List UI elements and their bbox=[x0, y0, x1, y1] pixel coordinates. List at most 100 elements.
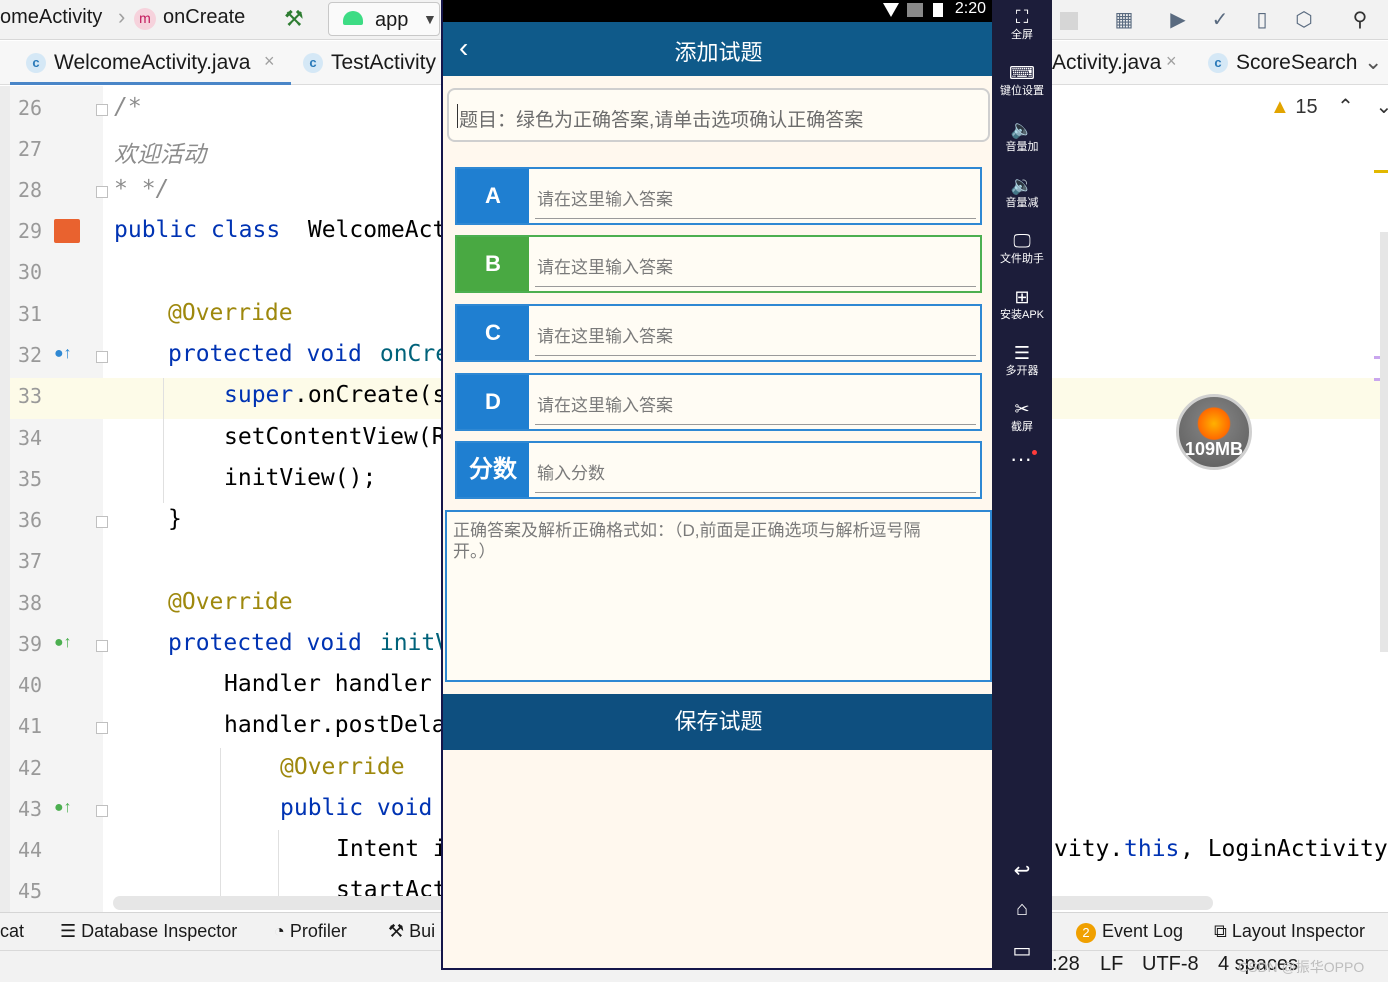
input-underline bbox=[535, 218, 976, 219]
line-number: 31 bbox=[18, 302, 43, 326]
file-helper-button[interactable]: 🖵 文件助手 bbox=[992, 230, 1052, 266]
nav-back-button[interactable]: ↩ bbox=[992, 858, 1052, 883]
multi-instance-button[interactable]: ☰ 多开器 bbox=[992, 342, 1052, 378]
question-input[interactable]: 题目：绿色为正确答案,请单击选项确认正确答案 bbox=[447, 88, 990, 142]
emulator-toolbar: ⛶ 全屏 ⌨ 键位设置 🔈 音量加 🔉 音量减 🖵 文件助手 ⊞ 安装APK ☰ 多开器 ✂ 截… bbox=[992, 0, 1052, 970]
fold-icon[interactable] bbox=[96, 351, 108, 363]
option-a-button[interactable]: A bbox=[457, 169, 529, 223]
search-icon[interactable]: ⚲ bbox=[1348, 8, 1372, 32]
line-number: 35 bbox=[18, 467, 43, 491]
tab-welcome-activity[interactable]: c WelcomeActivity.java × bbox=[10, 41, 291, 85]
fold-icon[interactable] bbox=[96, 186, 108, 198]
inspection-widget[interactable]: ▲ 15 ⌃ ⌄ bbox=[1270, 94, 1388, 119]
breadcrumb-class[interactable]: omeActivity bbox=[0, 6, 102, 29]
code-text: } bbox=[168, 506, 182, 532]
code-annotation: @Override bbox=[280, 754, 405, 780]
button-label: 音量加 bbox=[1005, 141, 1039, 153]
line-number: 28 bbox=[18, 178, 43, 202]
option-b-input[interactable]: 请在这里输入答案 bbox=[537, 253, 673, 278]
scissors-icon: ✂ bbox=[1014, 399, 1030, 419]
run-config-select[interactable]: app ▼ bbox=[328, 2, 440, 36]
input-underline bbox=[535, 286, 976, 287]
option-d-button[interactable]: D bbox=[457, 375, 529, 429]
line-number: 29 bbox=[18, 219, 43, 243]
keymap-button[interactable]: ⌨ 键位设置 bbox=[992, 62, 1052, 98]
stop-icon[interactable] bbox=[1060, 12, 1078, 30]
line-number: 44 bbox=[18, 838, 43, 862]
option-a-input[interactable]: 请在这里输入答案 bbox=[537, 185, 673, 210]
tab-label: Activity.java bbox=[1052, 51, 1162, 74]
file-encoding[interactable]: UTF-8 bbox=[1142, 953, 1199, 976]
method-icon: m bbox=[134, 8, 156, 30]
volume-up-button[interactable]: 🔈 音量加 bbox=[992, 118, 1052, 154]
caret-position[interactable]: :28 bbox=[1052, 953, 1080, 976]
close-icon[interactable]: × bbox=[1166, 51, 1177, 72]
input-underline bbox=[535, 492, 976, 493]
tool-profiler[interactable]: ◔ Profiler bbox=[274, 921, 347, 942]
tool-logcat[interactable]: cat bbox=[0, 921, 24, 942]
screen: { "ide": { "breadcrumb": { "class_name":… bbox=[0, 0, 1388, 982]
more-icon[interactable]: ··· bbox=[1010, 446, 1032, 472]
install-apk-button[interactable]: ⊞ 安装APK bbox=[992, 286, 1052, 322]
fold-icon[interactable] bbox=[96, 516, 108, 528]
memory-usage: 109MB bbox=[1184, 439, 1244, 459]
tool-build[interactable]: ⚒ Bui bbox=[388, 921, 435, 942]
code-keyword: protected void bbox=[168, 341, 362, 367]
device-manager-icon[interactable]: ▯ bbox=[1250, 8, 1274, 32]
sync-icon[interactable]: ▦ bbox=[1112, 8, 1136, 32]
screenshot-button[interactable]: ✂ 截屏 bbox=[992, 398, 1052, 434]
button-label: 全屏 bbox=[1011, 29, 1033, 41]
warning-stripe[interactable] bbox=[1374, 170, 1388, 173]
close-icon[interactable]: × bbox=[264, 51, 275, 72]
tool-label: Profiler bbox=[289, 921, 347, 941]
gradle-icon[interactable]: ✓ bbox=[1208, 8, 1232, 32]
build-hammer-icon[interactable]: ⚒ bbox=[284, 6, 304, 32]
fold-icon[interactable] bbox=[96, 640, 108, 652]
implements-marker-icon[interactable]: ●↑ bbox=[54, 634, 72, 652]
answer-explanation-input[interactable]: 正确答案及解析正确格式如：（D,前面是正确选项与解析逗号隔开。） bbox=[445, 510, 992, 682]
vertical-scrollbar[interactable] bbox=[1380, 232, 1388, 652]
score-input[interactable]: 输入分数 bbox=[537, 459, 605, 484]
tab-score-search[interactable]: c ScoreSearch bbox=[1196, 41, 1366, 85]
option-b-row: B 请在这里输入答案 bbox=[455, 235, 982, 293]
prev-highlight-icon[interactable]: ⌃ bbox=[1337, 96, 1354, 118]
layout-file-icon[interactable] bbox=[54, 219, 80, 243]
memory-float-widget[interactable]: 109MB bbox=[1176, 394, 1252, 470]
tool-layout-inspector[interactable]: ⧉ Layout Inspector bbox=[1214, 921, 1365, 942]
nav-recent-button[interactable]: ▭ bbox=[992, 938, 1052, 963]
tab-label: ScoreSearch bbox=[1236, 51, 1358, 74]
line-separator[interactable]: LF bbox=[1100, 953, 1123, 976]
override-marker-icon[interactable]: ●↑ bbox=[54, 345, 72, 363]
tool-database-inspector[interactable]: ☰ Database Inspector bbox=[60, 921, 237, 942]
option-c-input[interactable]: 请在这里输入答案 bbox=[537, 322, 673, 347]
next-highlight-icon[interactable]: ⌄ bbox=[1376, 96, 1388, 118]
option-b-button[interactable]: B bbox=[457, 237, 529, 291]
option-c-button[interactable]: C bbox=[457, 306, 529, 360]
option-d-input[interactable]: 请在这里输入答案 bbox=[537, 391, 673, 416]
tab-overflow-icon[interactable]: ⌄ bbox=[1364, 49, 1382, 75]
tab-test-activity[interactable]: c TestActivity bbox=[291, 41, 441, 85]
fold-icon[interactable] bbox=[96, 722, 108, 734]
code-method: initV bbox=[366, 630, 450, 656]
tab-activity-java[interactable]: Activity.java × bbox=[1052, 41, 1192, 85]
save-question-button[interactable]: 保存试题 bbox=[443, 694, 992, 750]
database-icon: ☰ bbox=[60, 921, 82, 941]
fold-icon[interactable] bbox=[96, 805, 108, 817]
sdk-manager-icon[interactable]: ⬡ bbox=[1292, 8, 1316, 32]
implements-marker-icon[interactable]: ●↑ bbox=[54, 799, 72, 817]
tool-label: Layout Inspector bbox=[1231, 921, 1365, 941]
breadcrumb-method[interactable]: onCreate bbox=[163, 6, 245, 29]
layout-inspector-icon: ⧉ bbox=[1214, 921, 1232, 941]
code-keyword: protected void bbox=[168, 630, 362, 656]
nav-home-button[interactable]: ⌂ bbox=[992, 898, 1052, 921]
ide-toolbar: ▦ ▶ ✓ ▯ ⬡ ⚲ bbox=[1052, 4, 1388, 36]
status-time: 2:20 bbox=[954, 0, 986, 17]
avd-manager-icon[interactable]: ▶ bbox=[1166, 8, 1190, 32]
tool-event-log[interactable]: 2 Event Log bbox=[1076, 921, 1183, 943]
fullscreen-button[interactable]: ⛶ 全屏 bbox=[992, 6, 1052, 42]
fold-icon[interactable] bbox=[96, 104, 108, 116]
volume-down-button[interactable]: 🔉 音量减 bbox=[992, 174, 1052, 210]
question-placeholder: 题目：绿色为正确答案,请单击选项确认正确答案 bbox=[459, 110, 864, 131]
class-icon: c bbox=[1208, 53, 1228, 73]
event-count-badge: 2 bbox=[1076, 923, 1096, 943]
